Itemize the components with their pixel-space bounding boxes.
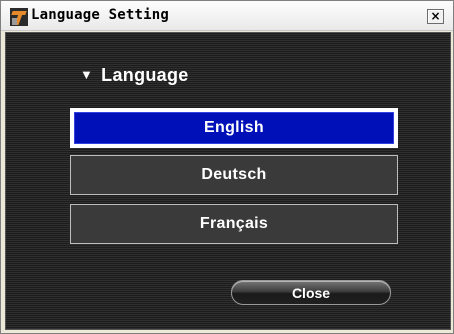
close-window-icon[interactable]: × xyxy=(427,9,444,24)
language-option-english[interactable]: English xyxy=(70,108,398,148)
language-option-label: Deutsch xyxy=(201,166,267,183)
title-bar[interactable]: Language Setting × xyxy=(1,1,453,31)
section-title: Language xyxy=(101,65,189,85)
language-option-label: Français xyxy=(199,215,269,232)
triangle-down-icon: ▼ xyxy=(80,67,94,82)
language-option-label: English xyxy=(74,112,394,144)
section-header: ▼ Language xyxy=(80,65,189,86)
app-logo-icon xyxy=(10,8,28,26)
language-option-deutsch[interactable]: Deutsch xyxy=(70,155,398,195)
window-title: Language Setting xyxy=(31,7,170,23)
language-setting-window: Language Setting × ▼ Language English Deu… xyxy=(0,0,454,334)
close-button[interactable]: Close xyxy=(231,280,391,305)
close-button-label: Close xyxy=(291,284,331,301)
language-panel: ▼ Language English Deutsch Français Close xyxy=(5,32,451,330)
language-option-francais[interactable]: Français xyxy=(70,204,398,244)
